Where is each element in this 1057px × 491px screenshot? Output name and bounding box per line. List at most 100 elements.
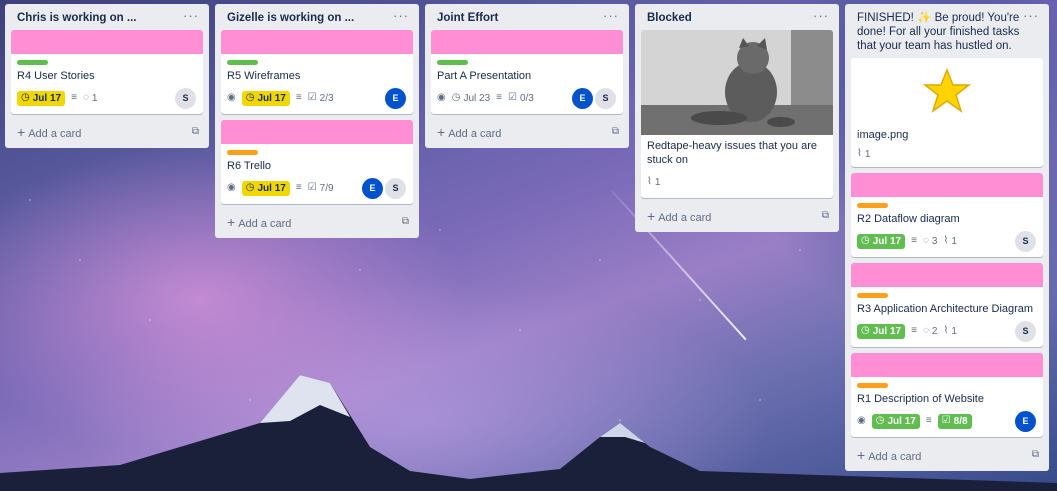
card-cover — [221, 30, 413, 54]
description-icon: ≡ — [295, 182, 302, 193]
card-r4-user-stories[interactable]: R4 User Stories ◷ Jul 17 ≡ ◌ 1 S — [11, 30, 203, 114]
more-icon[interactable]: ··· — [813, 9, 829, 22]
due-date-badge[interactable]: ◷ Jul 17 — [857, 233, 906, 249]
list-title[interactable]: Blocked — [647, 11, 692, 25]
add-card-button[interactable]: + Add a card ⧉ — [221, 210, 413, 232]
clock-icon: ◷ — [245, 182, 255, 193]
add-card-button[interactable]: + Add a card ⧉ — [851, 443, 1043, 465]
more-icon[interactable]: ··· — [393, 9, 409, 22]
description-icon: ≡ — [295, 92, 302, 103]
comments-badge: ◌ 1 — [82, 92, 98, 104]
avatar[interactable]: S — [175, 87, 196, 109]
clock-icon: ◷ — [245, 92, 255, 103]
paperclip-icon: ⌇ — [943, 235, 949, 246]
comment-icon: ◌ — [82, 92, 89, 103]
card-cover — [11, 30, 203, 54]
avatar[interactable]: S — [1015, 320, 1036, 342]
card-r3-architecture[interactable]: R3 Application Architecture Diagram ◷ Ju… — [851, 263, 1043, 347]
list-header: Chris is working on ... ··· — [11, 4, 203, 30]
paperclip-icon: ⌇ — [647, 176, 652, 187]
clock-icon: ◷ — [875, 415, 885, 426]
add-card-button[interactable]: + Add a card ⧉ — [431, 120, 623, 142]
card-cover — [851, 353, 1043, 377]
due-date-badge[interactable]: ◷ Jul 17 — [241, 180, 290, 196]
card-template-icon[interactable]: ⧉ — [402, 217, 409, 227]
avatar[interactable]: S — [1015, 230, 1036, 252]
due-date-badge[interactable]: ◷ Jul 17 — [17, 90, 66, 106]
list-title[interactable]: Chris is working on ... — [17, 11, 137, 25]
card-r6-trello[interactable]: R6 Trello ◉ ◷ Jul 17 ≡ ☑ 7/9 E S — [221, 120, 413, 204]
checklist-icon: ☑ — [307, 182, 317, 193]
card-part-a-presentation[interactable]: Part A Presentation ◉ ◷ Jul 23 ≡ ☑ 0/3 E… — [431, 30, 623, 114]
due-date-badge[interactable]: ◷ Jul 17 — [241, 90, 290, 106]
card-title: R4 User Stories — [17, 70, 95, 82]
card-cover — [431, 30, 623, 54]
card-image-png[interactable]: image.png ⌇ 1 — [851, 58, 1043, 167]
card-title: Part A Presentation — [437, 70, 532, 82]
card-redtape-issues[interactable]: Redtape-heavy issues that you are stuck … — [641, 30, 833, 198]
list-header: FINISHED! ✨ Be proud! You're done! For a… — [851, 4, 1043, 58]
avatar[interactable]: E — [572, 87, 593, 109]
avatar[interactable]: S — [385, 177, 406, 199]
card-title: image.png — [857, 129, 909, 141]
list-gizelle: Gizelle is working on ... ··· R5 Wirefra… — [215, 4, 419, 238]
card-r5-wireframes[interactable]: R5 Wireframes ◉ ◷ Jul 17 ≡ ☑ 2/3 E — [221, 30, 413, 114]
checklist-badge: ☑ 2/3 — [307, 92, 334, 104]
eye-icon: ◉ — [437, 92, 446, 103]
card-cover — [851, 263, 1043, 287]
add-card-button[interactable]: + Add a card ⧉ — [11, 120, 203, 142]
comments-badge: ◌ 2 — [922, 325, 938, 337]
comments-badge: ◌ 3 — [922, 235, 938, 247]
add-card-button[interactable]: + Add a card ⧉ — [641, 204, 833, 226]
plus-icon: + — [647, 208, 656, 224]
list-title[interactable]: Gizelle is working on ... — [227, 11, 354, 25]
description-icon: ≡ — [496, 92, 502, 103]
comment-icon: ◌ — [922, 235, 929, 246]
eye-icon: ◉ — [227, 182, 236, 193]
list-header: Gizelle is working on ... ··· — [221, 4, 413, 30]
clock-icon: ◷ — [861, 325, 870, 336]
card-title: R3 Application Architecture Diagram — [857, 303, 1034, 315]
eye-icon: ◉ — [227, 92, 236, 103]
paperclip-icon: ⌇ — [943, 325, 949, 336]
card-r1-description[interactable]: R1 Description of Website ◉ ◷ Jul 17 ≡ ☑… — [851, 353, 1043, 437]
plus-icon: + — [17, 124, 26, 140]
card-template-icon[interactable]: ⧉ — [1032, 450, 1039, 460]
attachments-badge: ⌇ 1 — [857, 148, 871, 160]
card-cover — [851, 173, 1043, 197]
due-date-badge[interactable]: ◷ Jul 23 — [452, 93, 490, 104]
avatar[interactable]: E — [385, 87, 406, 109]
paperclip-icon: ⌇ — [857, 148, 862, 159]
checklist-badge: ☑ 0/3 — [508, 92, 534, 104]
list-title[interactable]: FINISHED! ✨ Be proud! You're done! For a… — [857, 11, 1023, 53]
card-title: R2 Dataflow diagram — [857, 213, 960, 225]
card-cover — [221, 120, 413, 144]
avatar[interactable]: E — [1015, 410, 1036, 432]
description-icon: ≡ — [925, 415, 932, 426]
plus-icon: + — [227, 214, 236, 230]
eye-icon: ◉ — [857, 415, 866, 426]
list-joint-effort: Joint Effort ··· Part A Presentation ◉ ◷… — [425, 4, 629, 148]
card-label-orange — [857, 203, 888, 208]
more-icon[interactable]: ··· — [603, 9, 619, 22]
avatar[interactable]: S — [595, 87, 616, 109]
list-title[interactable]: Joint Effort — [437, 11, 498, 25]
card-label-green — [227, 60, 258, 65]
attachments-badge: ⌇ 1 — [943, 325, 957, 337]
card-label-orange — [857, 293, 888, 298]
due-date-badge[interactable]: ◷ Jul 17 — [857, 323, 906, 339]
due-date-badge[interactable]: ◷ Jul 17 — [871, 413, 920, 429]
card-r2-dataflow[interactable]: R2 Dataflow diagram ◷ Jul 17 ≡ ◌ 3 ⌇ 1 S — [851, 173, 1043, 257]
description-icon: ≡ — [911, 325, 917, 336]
more-icon[interactable]: ··· — [183, 9, 199, 22]
card-title: Redtape-heavy issues that you are stuck … — [647, 140, 817, 166]
clock-icon: ◷ — [861, 235, 870, 246]
card-template-icon[interactable]: ⧉ — [822, 211, 829, 221]
card-template-icon[interactable]: ⧉ — [612, 127, 619, 137]
description-icon: ≡ — [911, 235, 917, 246]
list-blocked: Blocked ··· Redtape-heavy issues that yo… — [635, 4, 839, 232]
card-template-icon[interactable]: ⧉ — [192, 127, 199, 137]
more-icon[interactable]: ··· — [1023, 9, 1039, 22]
avatar[interactable]: E — [362, 177, 383, 199]
card-label-orange — [857, 383, 888, 388]
